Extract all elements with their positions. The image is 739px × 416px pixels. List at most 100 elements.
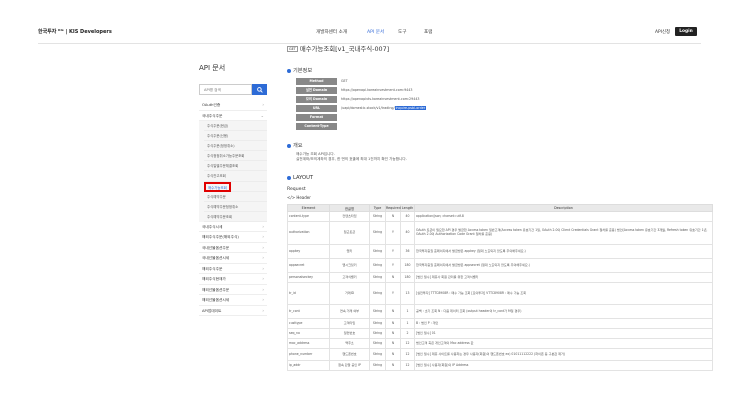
table-cell: custtype xyxy=(287,318,330,329)
submenu-item[interactable]: 주식주문(정정취소) xyxy=(204,141,267,152)
chevron-right-icon: › xyxy=(262,255,264,261)
table-row: tr_cont 연속 거래 여부 String N 1 공백 : 초기 조회 N : 다음… xyxy=(287,304,713,319)
table-header-row: Element 한글명 Type Required Length Descrip… xyxy=(287,204,713,212)
info-row-content-type: Content-Type xyxy=(296,123,536,130)
top-navigation-bar: 한국투자 ᴷᴵˢ | KIS Developers 개발자센터 소개 API 문… xyxy=(0,0,739,44)
sidebar-item[interactable]: 해외선물옵션시세 › xyxy=(199,295,267,306)
nav-link-tools[interactable]: 도구 xyxy=(398,29,406,35)
sidebar-item[interactable]: 해외주식주문 › xyxy=(199,264,267,275)
table-cell: [법인 필수] 제휴 사이트를 사용하는 경우 사용자(회원)의 핸드폰번호 e… xyxy=(414,348,713,361)
sidebar-item-label: 국내선물옵션주문 xyxy=(202,245,230,250)
table-cell: OAuth 토큰이 필요한 API 경우 발급한 Access token 일반… xyxy=(414,221,713,245)
column-header: Description xyxy=(414,204,713,212)
info-row-url: URL /uapi/domestic-stock/v1/trading/inqu… xyxy=(296,105,536,112)
table-cell: [법인 필수] 제휴사 회원 관리를 위한 고객식별키 xyxy=(414,272,713,283)
brand-logo[interactable]: 한국투자 ᴷᴵˢ | KIS Developers xyxy=(38,28,112,35)
sidebar-item-domestic-order[interactable]: 국내주식주문 ⌄ xyxy=(199,111,267,121)
sidebar-menu: OAuth인증 › 국내주식주문 ⌄ 주식주문(현금) 주식주문(신용) 주식주… xyxy=(199,100,267,317)
submenu-item[interactable]: 주식주문(현금) xyxy=(204,121,267,132)
sidebar-item-label: 해외주식주문 xyxy=(202,266,223,271)
sidebar-item-oauth[interactable]: OAuth인증 › xyxy=(199,100,267,111)
table-cell: 13 xyxy=(400,282,415,305)
table-cell: String xyxy=(369,211,386,222)
sidebar-item[interactable]: 해외주식주문(해외주식) › xyxy=(199,232,267,243)
sidebar-title: API 문서 xyxy=(199,64,226,72)
table-cell: 180 xyxy=(400,258,415,273)
table-cell: 거래ID xyxy=(329,282,370,305)
table-row: content-type 컨텐츠타입 String N 40 application/js… xyxy=(287,211,713,222)
table-cell: N xyxy=(385,211,401,222)
table-cell: Y xyxy=(385,244,401,259)
info-row-real-domain: 실전 Domain https://openapi.koreainvestmen… xyxy=(296,87,536,94)
login-button[interactable]: Login xyxy=(675,27,697,36)
table-cell: 접근토큰 xyxy=(329,221,370,245)
table-cell: 2 xyxy=(400,328,415,339)
table-cell: ip_addr xyxy=(287,360,330,371)
table-row: phone_number 핸드폰번호 String N 12 [법인 필수] 제휴 사이트… xyxy=(287,348,713,361)
chevron-right-icon: › xyxy=(262,244,264,250)
table-cell: mac_address xyxy=(287,338,330,349)
info-label: 실전 Domain xyxy=(296,87,337,94)
submenu-item[interactable]: 주식일별주문체결조회 xyxy=(204,161,267,172)
table-cell: String xyxy=(369,348,386,361)
sidebar-item[interactable]: 국내선물옵션주문 › xyxy=(199,243,267,254)
submenu-item[interactable]: 주식예약주문조회 xyxy=(204,212,267,222)
submenu-item[interactable]: 주식예약주문 xyxy=(204,192,267,202)
request-header-table: Element 한글명 Type Required Length Descrip… xyxy=(287,204,713,371)
api-search xyxy=(199,84,267,95)
submenu-item-selected[interactable]: 매수가능조회 xyxy=(204,181,267,192)
url-highlight: inquire-psbl-order xyxy=(394,106,427,110)
table-cell: String xyxy=(369,338,386,349)
table-cell: 핸드폰번호 xyxy=(329,348,370,361)
nav-link-forum[interactable]: 포럼 xyxy=(424,29,432,35)
table-cell: N xyxy=(385,318,401,329)
api-apply-link[interactable]: API신청 xyxy=(655,29,670,35)
submenu-item[interactable]: 주식정정취소가능주문조회 xyxy=(204,151,267,162)
info-label: URL xyxy=(296,105,337,112)
nav-link-api-docs[interactable]: API 문서 xyxy=(367,29,384,35)
table-row: ip_addr 접속 단말 공인 IP String N 12 [법인 필수] 사용자(회… xyxy=(287,360,713,371)
column-header: Type xyxy=(369,204,386,212)
page-title-text: 매수가능조회[v1_국내주식-007] xyxy=(299,45,390,53)
info-label: Format xyxy=(296,114,337,121)
chevron-right-icon: › xyxy=(262,286,264,292)
table-cell: 맥주소 xyxy=(329,338,370,349)
sidebar-item-label: 해외선물옵션시세 xyxy=(202,298,230,303)
sidebar-submenu: 주식주문(현금) 주식주문(신용) 주식주문(정정취소) 주식정정취소가능주문조… xyxy=(199,121,267,222)
section-heading: 개요 xyxy=(293,143,303,149)
sidebar-item[interactable]: 해외선물옵션주문 › xyxy=(199,285,267,296)
sidebar-item[interactable]: API업데이트 › xyxy=(199,306,267,317)
table-cell: seq_no xyxy=(287,328,330,339)
sidebar-item[interactable]: 해외주식현재가 › xyxy=(199,274,267,285)
code-icon: </> xyxy=(287,195,297,200)
sidebar-item[interactable]: 국내주식시세 › xyxy=(199,222,267,233)
sidebar-item-label: 국내주식주문 xyxy=(202,113,223,118)
url-path: /uapi/domestic-stock/v1/trading/ xyxy=(341,106,395,110)
table-cell: [법인 필수] 01 xyxy=(414,328,713,339)
table-cell: String xyxy=(369,328,386,339)
sidebar-item-label: 해외주식현재가 xyxy=(202,277,226,282)
sidebar-item[interactable]: 국내선물옵션시세 › xyxy=(199,253,267,264)
table-cell: N xyxy=(385,272,401,283)
chevron-right-icon: › xyxy=(262,297,264,303)
table-cell: 앱시크릿키 xyxy=(329,258,370,273)
table-row: custtype 고객타입 String N 1 B : 법인 P : 개인 xyxy=(287,318,713,329)
table-cell: String xyxy=(369,272,386,283)
table-cell: personalseckey xyxy=(287,272,330,283)
column-header: Required xyxy=(385,204,401,212)
table-cell: 40 xyxy=(400,211,415,222)
chevron-right-icon: › xyxy=(262,234,264,240)
search-button[interactable] xyxy=(252,84,267,95)
table-row: appsecret 앱시크릿키 String Y 180 한국투자증권 홈페이지에서 발급… xyxy=(287,258,713,273)
sidebar-item-label: 국내주식시세 xyxy=(202,224,223,229)
submenu-item[interactable]: 주식예약주문정정취소 xyxy=(204,202,267,212)
info-label: Method xyxy=(296,78,337,85)
page-title: GET 매수가능조회[v1_국내주식-007] xyxy=(287,44,389,53)
nav-link-intro[interactable]: 개발자센터 소개 xyxy=(316,29,347,35)
submenu-item[interactable]: 주식잔고조회 xyxy=(204,171,267,182)
submenu-item[interactable]: 주식주문(신용) xyxy=(204,131,267,142)
sidebar-item-label: 해외주식주문(해외주식) xyxy=(202,235,239,240)
api-search-input[interactable] xyxy=(199,84,252,95)
table-cell: 고객식별키 xyxy=(329,272,370,283)
table-row: mac_address 맥주소 String N 12 법인고객 혹은 개인고객의 Mac… xyxy=(287,338,713,349)
